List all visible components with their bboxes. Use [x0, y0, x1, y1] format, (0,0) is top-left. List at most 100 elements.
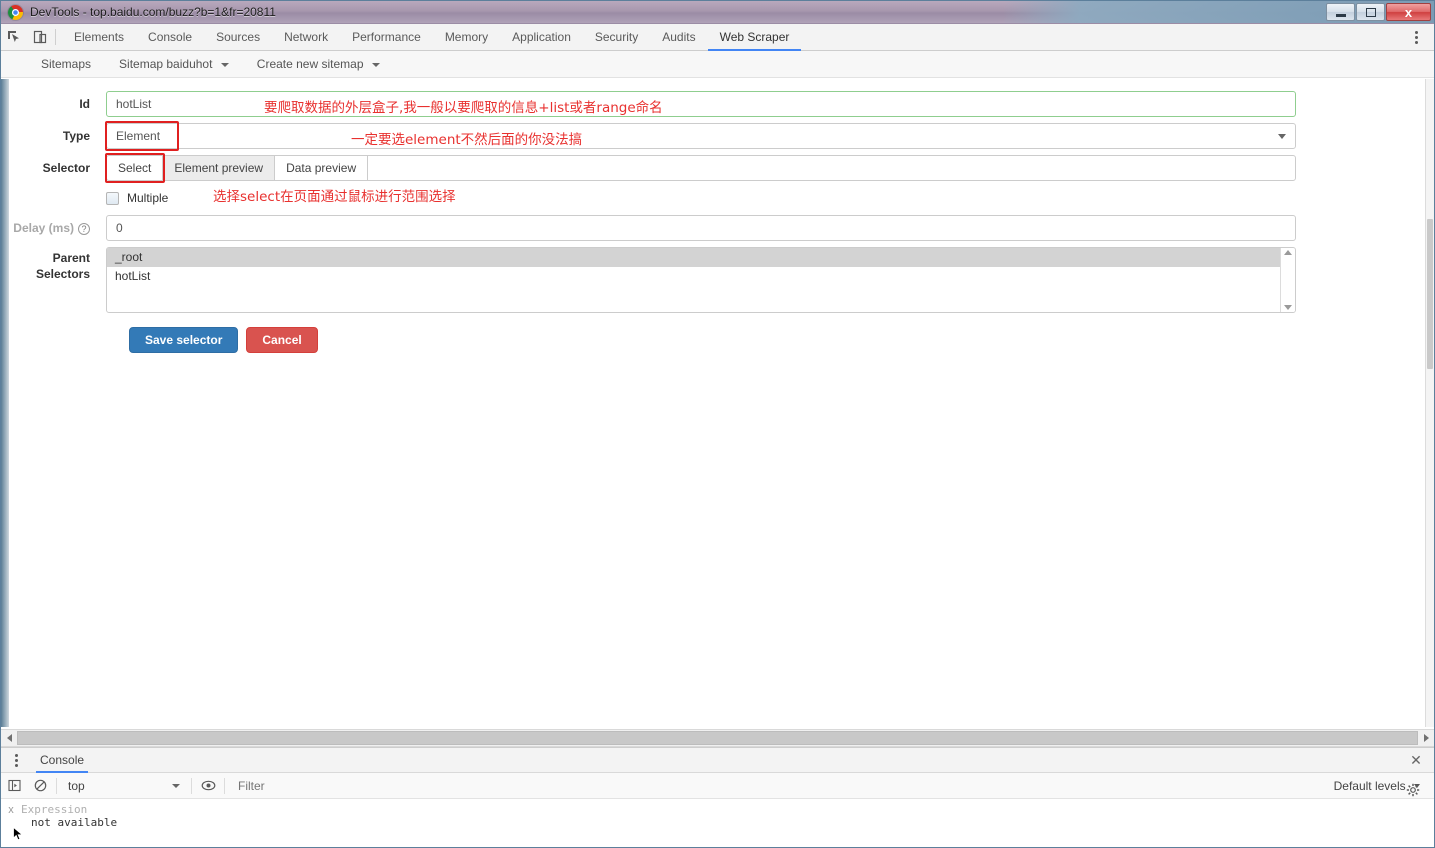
clear-console-icon[interactable]	[27, 773, 53, 799]
multiple-checkbox[interactable]	[106, 191, 119, 205]
scroll-left-arrow-icon[interactable]	[1, 730, 17, 746]
parent-selectors-scrollbar[interactable]	[1280, 248, 1295, 312]
selector-label: Selector	[42, 161, 90, 175]
window-controls: x	[1326, 3, 1431, 21]
tab-performance[interactable]: Performance	[340, 24, 433, 51]
console-context-value: top	[68, 778, 85, 793]
tab-security[interactable]: Security	[583, 24, 650, 51]
console-sidebar-icon[interactable]	[1, 773, 27, 799]
type-label: Type	[62, 129, 90, 143]
annotation-type: 一定要选element不然后面的你没法搞	[351, 132, 583, 148]
delay-input[interactable]: 0	[106, 215, 1296, 241]
maximize-icon	[1365, 7, 1376, 17]
remove-expression-icon[interactable]: x	[1, 804, 21, 816]
maximize-button[interactable]	[1356, 3, 1385, 21]
drawer-more-options-icon[interactable]	[15, 753, 18, 767]
parent-selectors-label-line2: Selectors	[35, 267, 90, 281]
inspect-element-icon[interactable]	[1, 24, 27, 50]
device-toolbar-icon[interactable]	[27, 24, 53, 50]
console-message-detail: not available	[31, 816, 118, 829]
mouse-cursor-icon	[13, 826, 24, 844]
delay-label-text: Delay (ms)	[13, 221, 74, 235]
tab-elements[interactable]: Elements	[62, 24, 136, 51]
panel-horizontal-scrollbar[interactable]	[1, 729, 1434, 747]
help-question-icon[interactable]: ?	[78, 222, 90, 235]
form-row-delay: Delay (ms)? 0	[1, 215, 1426, 241]
annotation-id: 要爬取数据的外层盒子,我一般以要爬取的信息+list或者range命名	[264, 100, 663, 116]
close-drawer-icon[interactable]: ✕	[1408, 752, 1424, 768]
minimize-icon	[1335, 13, 1346, 17]
console-filter-input[interactable]	[228, 775, 1334, 796]
selector-form-panel: Id hotList 要爬取数据的外层盒子,我一般以要爬取的信息+list或者r…	[1, 79, 1434, 727]
delay-label: Delay (ms)?	[1, 215, 106, 241]
form-row-parent-selectors: Parent Selectors _root hotList	[1, 247, 1426, 313]
nav-sitemaps[interactable]: Sitemaps	[27, 57, 105, 71]
data-preview-button[interactable]: Data preview	[274, 155, 368, 181]
console-drawer: Console ✕ top Filter Default levels x Ex…	[1, 747, 1434, 847]
window-title-bar: DevTools - top.baidu.com/buzz?b=1&fr=208…	[1, 1, 1434, 24]
nav-sitemaps-label: Sitemaps	[41, 57, 92, 71]
list-item-root[interactable]: _root	[107, 248, 1295, 267]
devtools-toolbar: Elements Console Sources Network Perform…	[1, 24, 1434, 51]
nav-create-new-sitemap-label: Create new sitemap	[256, 57, 364, 71]
window-title: DevTools - top.baidu.com/buzz?b=1&fr=208…	[30, 5, 276, 19]
tab-network[interactable]: Network	[272, 24, 340, 51]
drawer-tab-console[interactable]: Console	[36, 748, 88, 773]
tab-audits[interactable]: Audits	[650, 24, 707, 51]
save-selector-button[interactable]: Save selector	[129, 327, 239, 353]
selector-value-input[interactable]	[367, 155, 1296, 181]
form-row-id: Id hotList 要爬取数据的外层盒子,我一般以要爬取的信息+list或者r…	[1, 91, 1426, 117]
console-toolbar-divider	[56, 777, 57, 794]
close-icon: x	[1404, 4, 1413, 20]
chrome-logo-icon	[8, 4, 23, 20]
tab-sources[interactable]: Sources	[204, 24, 272, 51]
nav-sitemap-baiduhot[interactable]: Sitemap baiduhot	[105, 57, 243, 71]
panel-vertical-scrollbar[interactable]	[1425, 79, 1434, 727]
tab-web-scraper[interactable]: Web Scraper	[708, 24, 802, 51]
selector-button-group: Select Element preview Data preview	[106, 155, 1296, 181]
more-options-icon[interactable]	[1406, 24, 1426, 51]
annotation-multiple: 选择select在页面通过鼠标进行范围选择	[213, 189, 456, 205]
nav-create-new-sitemap[interactable]: Create new sitemap	[243, 57, 394, 71]
parent-selectors-label-line1: Parent	[52, 251, 90, 265]
horizontal-scrollbar-track[interactable]	[17, 731, 1418, 745]
chevron-down-icon	[220, 62, 229, 67]
horizontal-scrollbar-thumb[interactable]	[17, 731, 1418, 745]
scroll-up-arrow-icon[interactable]	[1284, 250, 1292, 255]
cancel-button[interactable]: Cancel	[246, 327, 318, 353]
tab-memory[interactable]: Memory	[433, 24, 500, 51]
devtools-window: DevTools - top.baidu.com/buzz?b=1&fr=208…	[0, 0, 1435, 848]
multiple-label: Multiple	[127, 191, 169, 205]
parent-selectors-listbox[interactable]: _root hotList	[106, 247, 1296, 313]
console-context-select[interactable]: top	[60, 773, 188, 799]
type-select[interactable]: Element	[106, 123, 1296, 149]
scroll-down-arrow-icon[interactable]	[1284, 305, 1292, 310]
console-toolbar-divider-2	[191, 777, 192, 794]
live-expression-eye-icon[interactable]	[195, 773, 221, 799]
nav-sitemap-baiduhot-label: Sitemap baiduhot	[119, 57, 213, 71]
console-message-list: x Expression not available	[1, 799, 1434, 829]
parent-selectors-label: Parent Selectors	[1, 247, 106, 282]
live-expression-text[interactable]: Expression	[21, 803, 87, 816]
element-preview-button[interactable]: Element preview	[162, 155, 275, 181]
drawer-tab-strip: Console ✕	[1, 748, 1434, 773]
web-scraper-nav: Sitemaps Sitemap baiduhot Create new sit…	[1, 51, 1434, 78]
form-row-type: Type Element 一定要选element不然后面的你没法搞	[1, 121, 1426, 151]
vertical-scrollbar-thumb[interactable]	[1427, 219, 1433, 369]
form-row-multiple: Multiple 选择select在页面通过鼠标进行范围选择	[1, 187, 1426, 209]
console-levels-label: Default levels	[1333, 778, 1406, 793]
close-window-button[interactable]: x	[1386, 3, 1431, 21]
scroll-right-arrow-icon[interactable]	[1418, 730, 1434, 746]
chevron-down-icon	[172, 783, 180, 788]
tab-console[interactable]: Console	[136, 24, 204, 51]
tab-application[interactable]: Application	[500, 24, 583, 51]
select-button[interactable]: Select	[106, 155, 163, 181]
console-toolbar: top Default levels	[1, 773, 1434, 799]
console-message-row: x Expression	[1, 803, 1434, 816]
chevron-down-icon	[1278, 134, 1286, 139]
console-toolbar-divider-3	[224, 777, 225, 794]
minimize-button[interactable]	[1326, 3, 1355, 21]
console-settings-gear-icon[interactable]	[1400, 777, 1426, 803]
list-item-hotlist[interactable]: hotList	[107, 267, 1295, 286]
chevron-down-icon	[371, 62, 380, 67]
